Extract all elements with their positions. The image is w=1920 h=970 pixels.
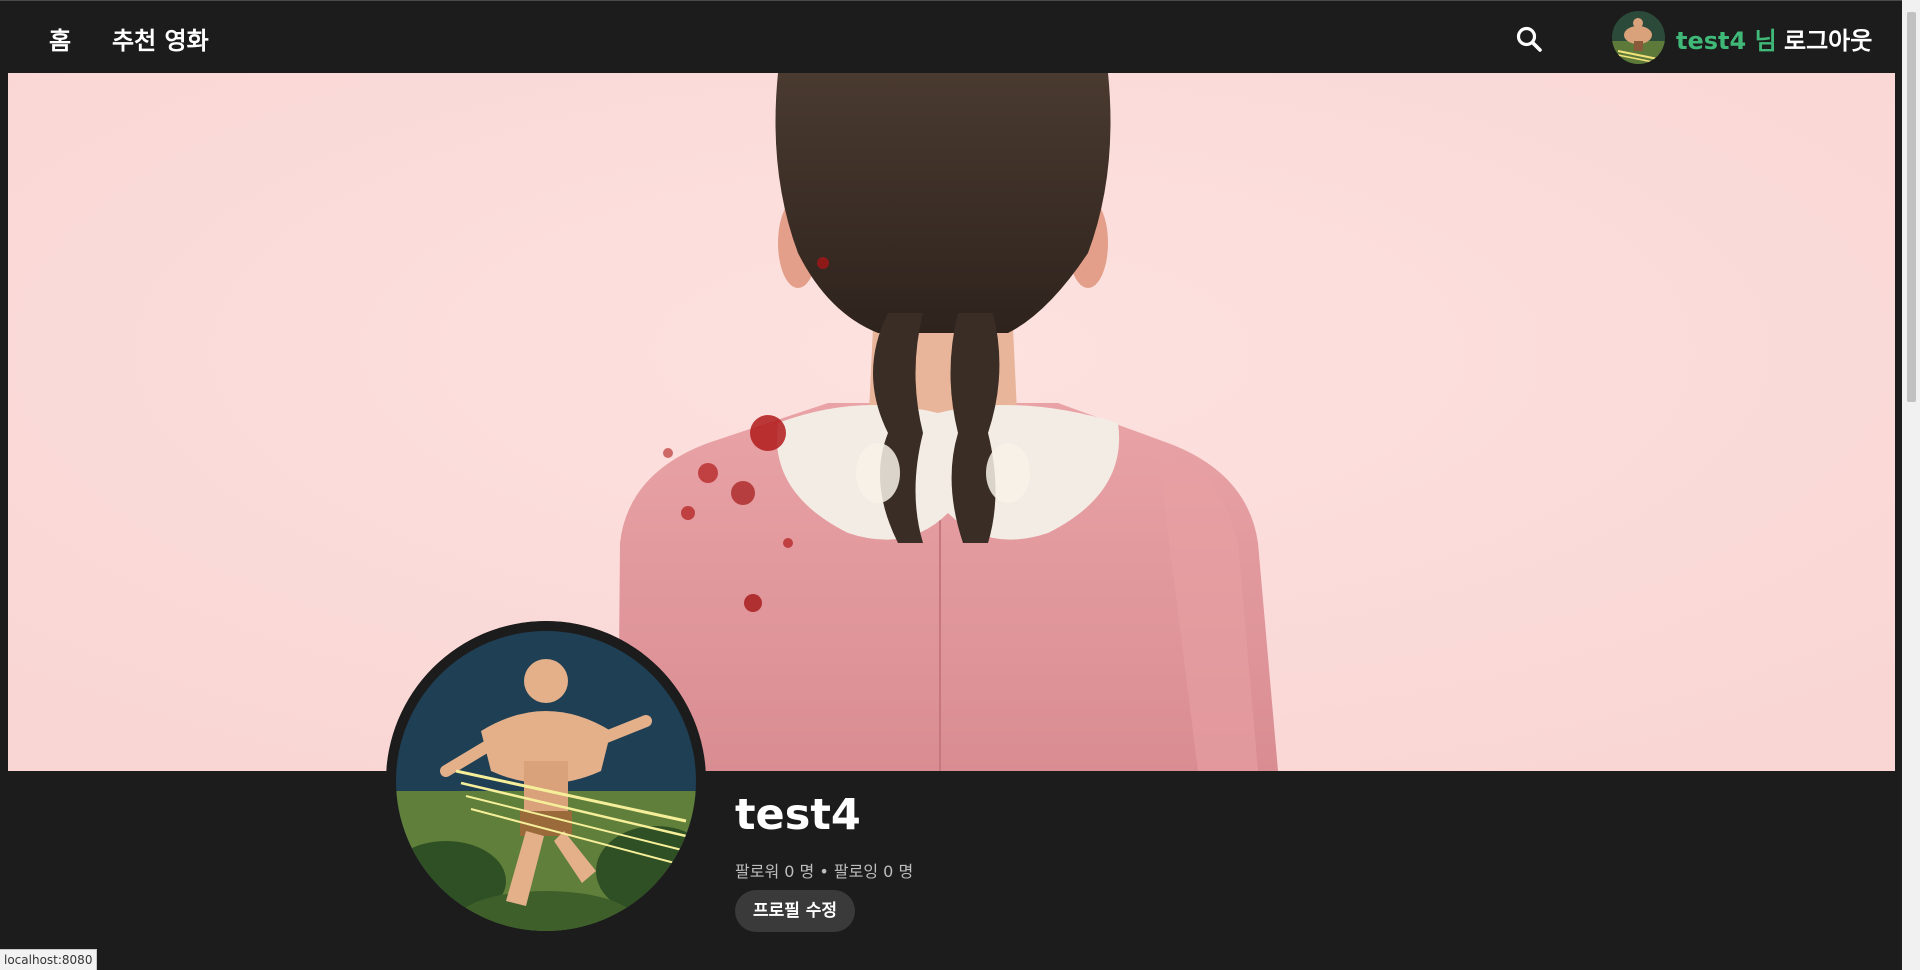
nav-recommended-movies-link[interactable]: 추천 영화 — [112, 21, 209, 56]
logout-button[interactable]: 로그아웃 — [1784, 21, 1872, 56]
following-label[interactable]: 팔로잉 — [834, 862, 878, 881]
status-bar-url: localhost:8080 — [0, 949, 98, 970]
scrollbar-thumb[interactable] — [1907, 12, 1916, 402]
following-count: 0 — [883, 862, 894, 881]
vertical-scrollbar[interactable] — [1902, 0, 1920, 970]
page-window: 홈 추천 영화 test4 님 로그아웃 test4 팔로워 0 명 • 팔로잉… — [0, 0, 1920, 970]
top-navbar: 홈 추천 영화 test4 님 로그아웃 — [0, 0, 1902, 73]
profile-avatar[interactable] — [386, 621, 706, 941]
follow-stats: 팔로워 0 명 • 팔로잉 0 명 — [735, 858, 913, 882]
nav-username[interactable]: test4 님 — [1676, 21, 1777, 56]
profile-banner-image — [8, 73, 1895, 771]
followers-label[interactable]: 팔로워 — [735, 862, 779, 881]
following-unit: 명 — [898, 862, 914, 881]
search-icon[interactable] — [1515, 25, 1543, 53]
edit-profile-button[interactable]: 프로필 수정 — [735, 890, 855, 932]
followers-unit: 명 — [799, 862, 815, 881]
followers-count: 0 — [784, 862, 795, 881]
user-avatar[interactable] — [1612, 11, 1665, 64]
profile-username: test4 — [735, 790, 861, 840]
stats-separator: • — [819, 862, 829, 881]
nav-home-link[interactable]: 홈 — [49, 21, 71, 56]
